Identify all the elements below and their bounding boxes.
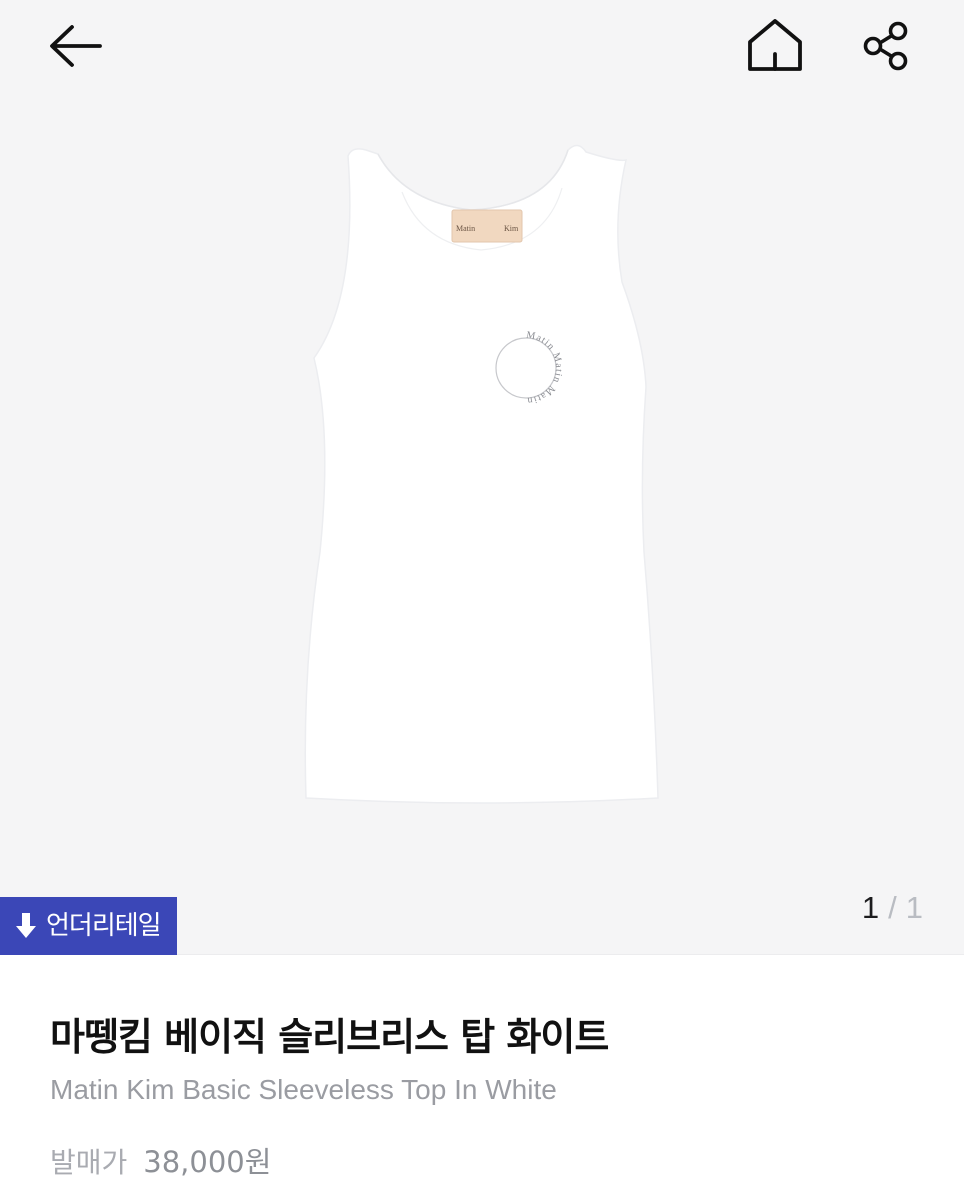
product-subtitle: Matin Kim Basic Sleeveless Top In White xyxy=(50,1074,557,1105)
image-pager: 1/1 xyxy=(862,890,924,926)
price-row: 발매가 38,000원 xyxy=(50,1139,271,1181)
pager-current: 1 xyxy=(861,890,881,925)
price-label: 발매가 xyxy=(50,1146,128,1179)
price-value: 38,000원 xyxy=(143,1145,272,1179)
brand-badge[interactable]: 언더리테일 xyxy=(0,897,177,955)
arrow-down-icon xyxy=(16,913,36,938)
label-tag-text-left: Matin xyxy=(456,224,475,233)
pager-total: 1 xyxy=(905,890,924,925)
product-image: Matin Kim Matin Matin Matin xyxy=(304,144,659,804)
home-icon xyxy=(748,19,802,71)
home-button[interactable] xyxy=(744,16,806,76)
arrow-left-icon xyxy=(50,25,102,67)
pager-separator: / xyxy=(888,890,898,925)
back-button[interactable] xyxy=(44,18,106,74)
product-title: 마뗑킴 베이직 슬리브리스 탑 화이트 xyxy=(50,1015,609,1059)
label-tag-text-right: Kim xyxy=(504,224,519,233)
badge-label: 언더리테일 xyxy=(46,911,162,941)
share-icon xyxy=(863,21,908,71)
share-button[interactable] xyxy=(858,18,914,74)
